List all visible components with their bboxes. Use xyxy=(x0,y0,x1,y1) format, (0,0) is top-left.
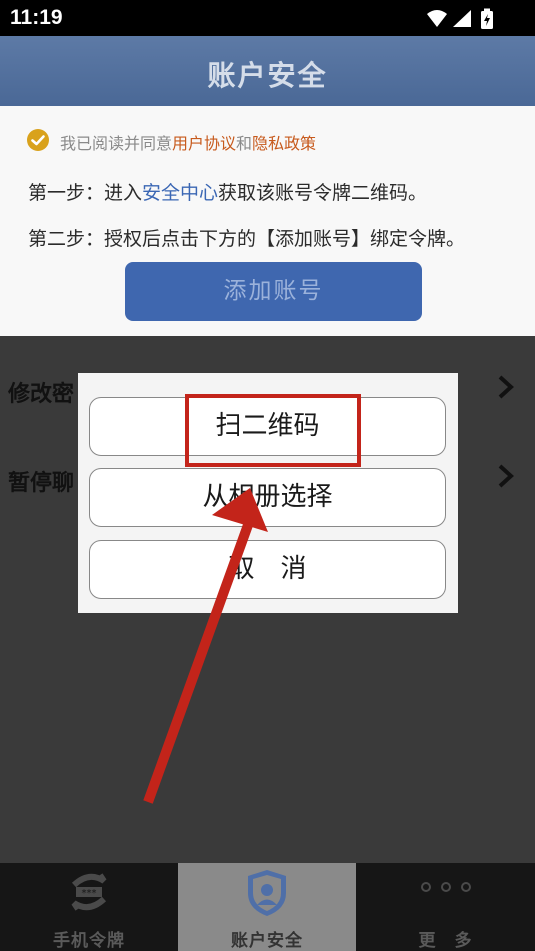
add-account-button[interactable]: 添加账号 xyxy=(125,262,422,321)
battery-icon xyxy=(481,8,493,29)
privacy-policy-link[interactable]: 隐私政策 xyxy=(252,134,316,153)
wifi-icon xyxy=(427,10,447,27)
tab-account-security[interactable]: 账户安全 xyxy=(178,863,356,951)
security-center-link[interactable]: 安全中心 xyxy=(142,182,218,204)
agreement-prefix: 我已阅读并同意 xyxy=(60,134,173,153)
cancel-button[interactable]: 取 消 xyxy=(89,540,446,599)
bottom-nav: *** 手机令牌 账户安全 更 多 xyxy=(0,863,535,951)
from-album-button[interactable]: 从相册选择 xyxy=(89,468,446,527)
chevron-right-icon xyxy=(498,375,514,399)
user-agreement-link[interactable]: 用户协议 xyxy=(172,134,236,153)
tab-label: 更 多 xyxy=(418,931,473,951)
tab-label: 手机令牌 xyxy=(53,931,125,951)
step-one-suffix: 获取该账号令牌二维码。 xyxy=(218,182,428,204)
page-title: 账户安全 xyxy=(207,59,328,92)
status-icons xyxy=(427,8,493,29)
status-time: 11:19 xyxy=(10,6,63,29)
app-header: 账户安全 xyxy=(0,36,535,106)
step-one-prefix: 第一步：进入 xyxy=(28,182,143,204)
tab-more[interactable]: 更 多 xyxy=(356,863,535,951)
svg-text:***: *** xyxy=(82,888,97,899)
chevron-right-icon xyxy=(498,464,514,488)
menu-item-label: 修改密 xyxy=(8,382,75,407)
tab-mobile-token[interactable]: *** 手机令牌 xyxy=(0,863,178,951)
more-dots-icon xyxy=(420,882,471,892)
status-bar: 11:19 xyxy=(0,0,535,36)
shield-user-icon xyxy=(248,870,286,916)
signal-icon xyxy=(453,10,471,27)
step-one: 第一步：进入安全中心获取该账号令牌二维码。 xyxy=(28,178,427,205)
check-circle-icon[interactable] xyxy=(26,128,50,152)
agreement-and: 和 xyxy=(236,134,253,153)
menu-item-label: 暂停聊 xyxy=(8,471,75,496)
tab-label: 账户安全 xyxy=(231,931,303,951)
content-panel: 我已阅读并同意用户协议和隐私政策 第一步：进入安全中心获取该账号令牌二维码。 第… xyxy=(0,106,535,336)
highlight-box xyxy=(185,394,361,467)
token-icon: *** xyxy=(71,873,107,911)
step-two: 第二步：授权后点击下方的【添加账号】绑定令牌。 xyxy=(28,228,466,250)
